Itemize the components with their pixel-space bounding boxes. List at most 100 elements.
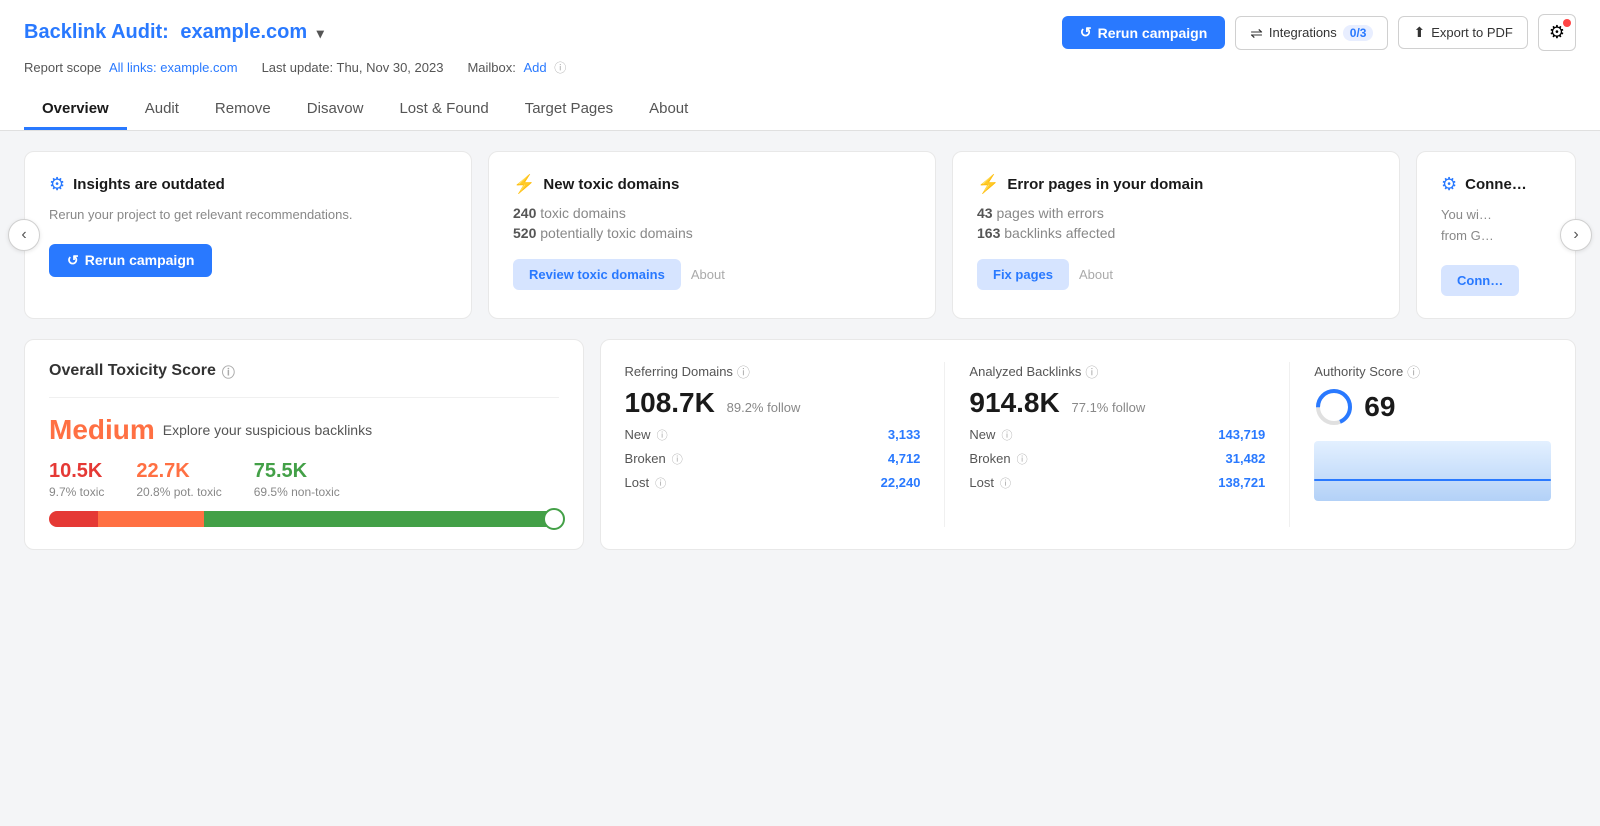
referring-info-icon[interactable]: ⓘ bbox=[737, 362, 750, 381]
authority-info-icon[interactable]: ⓘ bbox=[1407, 362, 1420, 381]
bottom-section: Overall Toxicity Score ⓘ Medium Explore … bbox=[24, 339, 1576, 550]
domain-name[interactable]: example.com bbox=[180, 21, 307, 43]
broken-info-icon[interactable]: ⓘ bbox=[672, 451, 683, 467]
title-area: Backlink Audit: example.com ▾ bbox=[24, 21, 324, 44]
referring-lost-value[interactable]: 22,240 bbox=[881, 475, 921, 490]
card-actions: Conn… bbox=[1441, 265, 1551, 296]
header-meta: Report scope All links: example.com Last… bbox=[24, 59, 1576, 86]
new-info-icon[interactable]: ⓘ bbox=[657, 427, 668, 443]
integrations-badge: 0/3 bbox=[1343, 25, 1374, 41]
referring-broken-label: Broken bbox=[625, 451, 666, 466]
analyzed-info-icon[interactable]: ⓘ bbox=[1085, 362, 1098, 381]
referring-new-row: New ⓘ 3,133 bbox=[625, 427, 921, 443]
authority-donut-chart bbox=[1314, 387, 1354, 427]
analyzed-backlinks-col: Analyzed Backlinks ⓘ 914.8K 77.1% follow… bbox=[969, 362, 1290, 527]
analyzed-new-value[interactable]: 143,719 bbox=[1218, 427, 1265, 442]
referring-domains-title: Referring Domains ⓘ bbox=[625, 362, 921, 381]
analyzed-lost-info[interactable]: ⓘ bbox=[1000, 475, 1011, 491]
authority-score-value: 69 bbox=[1364, 391, 1395, 423]
card-actions: ↺ Rerun campaign bbox=[49, 244, 447, 277]
analyzed-broken-value[interactable]: 31,482 bbox=[1226, 451, 1266, 466]
stat-pot-toxic: 22.7K 20.8% pot. toxic bbox=[136, 460, 221, 499]
tab-disavow[interactable]: Disavow bbox=[289, 90, 382, 130]
tab-overview[interactable]: Overview bbox=[24, 90, 127, 130]
analyzed-broken-info[interactable]: ⓘ bbox=[1017, 451, 1028, 467]
referring-new-value[interactable]: 3,133 bbox=[888, 427, 921, 442]
tab-audit[interactable]: Audit bbox=[127, 90, 197, 130]
page-header: Backlink Audit: example.com ▾ ↺ Rerun ca… bbox=[0, 0, 1600, 131]
card-title: Conne… bbox=[1465, 176, 1527, 193]
toxicity-bar bbox=[49, 511, 559, 527]
card-subtitle: Rerun your project to get relevant recom… bbox=[49, 205, 447, 226]
card-header: ⚡ New toxic domains bbox=[513, 174, 911, 195]
toxicity-title: Overall Toxicity Score ⓘ bbox=[49, 362, 559, 381]
export-icon: ⬆ bbox=[1413, 24, 1425, 41]
domain-chevron[interactable]: ▾ bbox=[317, 25, 324, 41]
mailbox-info-icon[interactable]: ⓘ bbox=[554, 61, 566, 75]
tab-target-pages[interactable]: Target Pages bbox=[507, 90, 631, 130]
analyzed-backlinks-title: Analyzed Backlinks ⓘ bbox=[969, 362, 1265, 381]
report-scope-link[interactable]: All links: example.com bbox=[109, 60, 238, 75]
authority-chart-line bbox=[1314, 479, 1551, 481]
bar-green bbox=[204, 511, 558, 527]
explore-text: Explore your suspicious backlinks bbox=[163, 422, 372, 438]
referring-new-label: New bbox=[625, 427, 651, 442]
card-toxic-domains: ⚡ New toxic domains 240 toxic domains 52… bbox=[488, 151, 936, 319]
rerun-campaign-card-button[interactable]: ↺ Rerun campaign bbox=[49, 244, 212, 277]
medium-row: Medium Explore your suspicious backlinks bbox=[49, 414, 559, 446]
about-error-button[interactable]: About bbox=[1079, 267, 1113, 282]
bar-end-shape bbox=[543, 508, 565, 530]
about-toxic-button[interactable]: About bbox=[691, 267, 725, 282]
card-header: ⚙ Conne… bbox=[1441, 174, 1551, 195]
insight-cards-row: ‹ ⚙ Insights are outdated Rerun your pro… bbox=[24, 151, 1576, 319]
metrics-card: Referring Domains ⓘ 108.7K 89.2% follow … bbox=[600, 339, 1576, 550]
referring-lost-row: Lost ⓘ 22,240 bbox=[625, 475, 921, 491]
referring-follow: 89.2% follow bbox=[727, 400, 801, 415]
referring-broken-row: Broken ⓘ 4,712 bbox=[625, 451, 921, 467]
review-toxic-domains-button[interactable]: Review toxic domains bbox=[513, 259, 681, 290]
toxic-label: 9.7% toxic bbox=[49, 485, 104, 499]
toxicity-stats-row: 10.5K 9.7% toxic 22.7K 20.8% pot. toxic … bbox=[49, 460, 559, 499]
mailbox-add-link[interactable]: Add bbox=[524, 60, 547, 75]
toxic-value: 10.5K bbox=[49, 460, 104, 483]
rerun-card-icon: ↺ bbox=[67, 252, 79, 269]
toxicity-title-text: Overall Toxicity Score bbox=[49, 362, 216, 380]
stat-toxic-domains: 240 toxic domains bbox=[513, 205, 911, 221]
analyzed-new-info[interactable]: ⓘ bbox=[1001, 427, 1012, 443]
integrations-button[interactable]: ⇌ Integrations 0/3 bbox=[1235, 16, 1388, 50]
export-pdf-button[interactable]: ⬆ Export to PDF bbox=[1398, 16, 1527, 49]
report-scope-label: Report scope All links: example.com bbox=[24, 60, 238, 75]
referring-lost-label: Lost bbox=[625, 475, 650, 490]
card-header: ⚡ Error pages in your domain bbox=[977, 174, 1375, 195]
tab-lost-found[interactable]: Lost & Found bbox=[381, 90, 506, 130]
gear-icon: ⚙ bbox=[49, 174, 65, 195]
lost-info-icon[interactable]: ⓘ bbox=[655, 475, 666, 491]
referring-broken-value[interactable]: 4,712 bbox=[888, 451, 921, 466]
tab-about[interactable]: About bbox=[631, 90, 706, 130]
card-connect: ⚙ Conne… You wi…from G… Conn… bbox=[1416, 151, 1576, 319]
analyzed-big-value: 914.8K 77.1% follow bbox=[969, 387, 1265, 419]
analyzed-lost-row: Lost ⓘ 138,721 bbox=[969, 475, 1265, 491]
analyzed-lost-value[interactable]: 138,721 bbox=[1218, 475, 1265, 490]
tab-remove[interactable]: Remove bbox=[197, 90, 289, 130]
fix-pages-button[interactable]: Fix pages bbox=[977, 259, 1069, 290]
connect-button[interactable]: Conn… bbox=[1441, 265, 1519, 296]
analyzed-new-label: New bbox=[969, 427, 995, 442]
card-insights-outdated: ⚙ Insights are outdated Rerun your proje… bbox=[24, 151, 472, 319]
stat-toxic: 10.5K 9.7% toxic bbox=[49, 460, 104, 499]
toxicity-info-icon[interactable]: ⓘ bbox=[222, 362, 235, 381]
lightning-icon: ⚡ bbox=[513, 174, 535, 195]
authority-score-title: Authority Score ⓘ bbox=[1314, 362, 1551, 381]
nav-tabs: Overview Audit Remove Disavow Lost & Fou… bbox=[24, 90, 1576, 130]
integrations-icon: ⇌ bbox=[1250, 24, 1263, 42]
rerun-campaign-button[interactable]: ↺ Rerun campaign bbox=[1062, 16, 1225, 49]
authority-score-display: 69 bbox=[1314, 387, 1551, 427]
rerun-icon: ↺ bbox=[1080, 24, 1092, 41]
stat-non-toxic: 75.5K 69.5% non-toxic bbox=[254, 460, 340, 499]
card-title: Error pages in your domain bbox=[1007, 176, 1203, 193]
prev-cards-button[interactable]: ‹ bbox=[8, 219, 40, 251]
header-actions: ↺ Rerun campaign ⇌ Integrations 0/3 ⬆ Ex… bbox=[1062, 14, 1576, 51]
gear-icon: ⚙ bbox=[1441, 174, 1457, 195]
settings-button[interactable]: ⚙ bbox=[1538, 14, 1576, 51]
next-cards-button[interactable]: › bbox=[1560, 219, 1592, 251]
